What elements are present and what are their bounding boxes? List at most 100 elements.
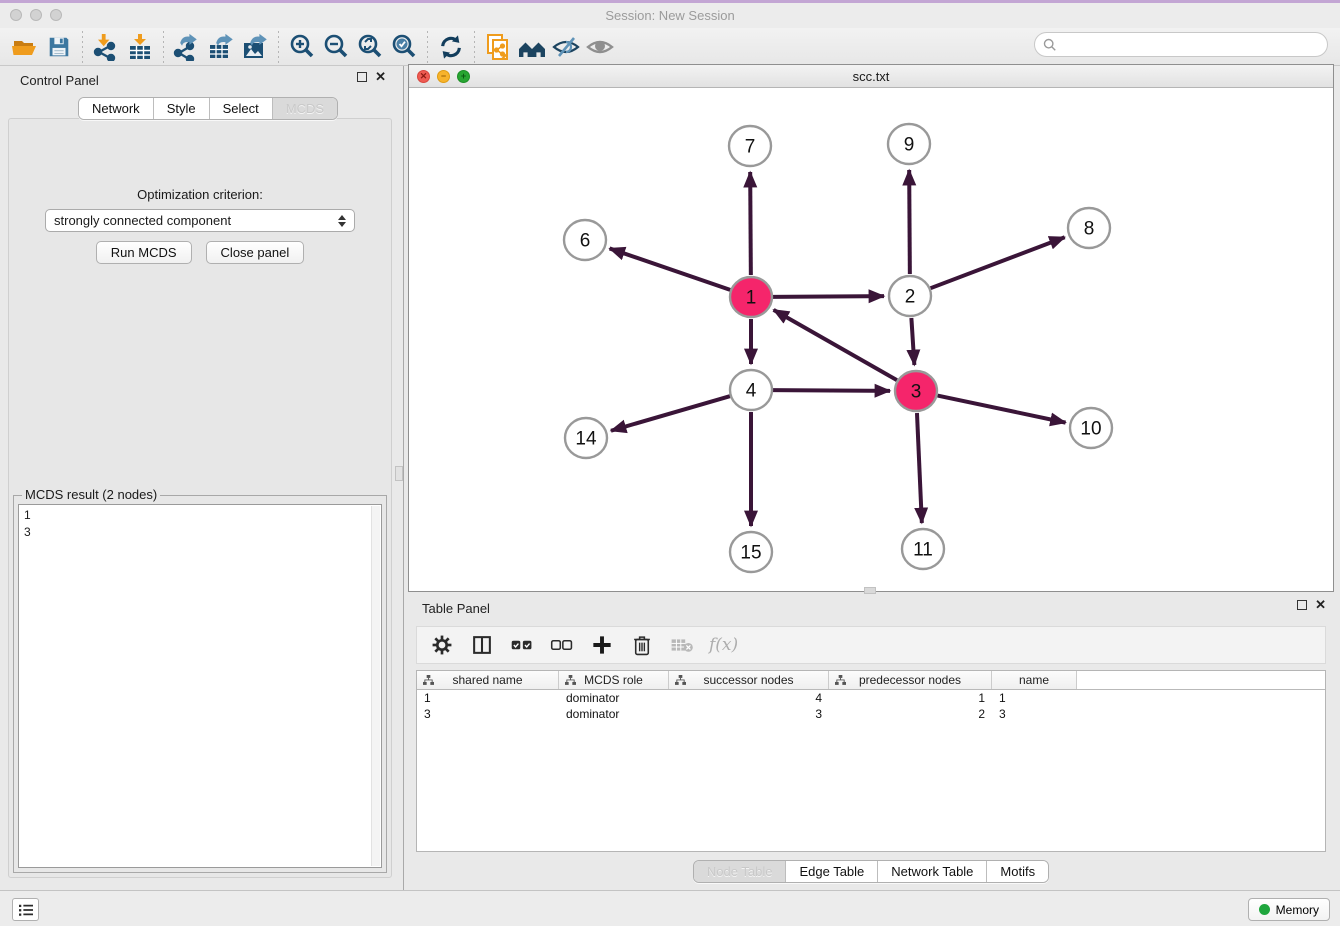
network-maximize-icon[interactable]: + xyxy=(457,70,470,83)
graph-node-15[interactable]: 15 xyxy=(730,532,772,572)
tab-style[interactable]: Style xyxy=(154,98,210,119)
edge-2-8[interactable] xyxy=(931,237,1065,288)
network-close-icon[interactable]: ✕ xyxy=(417,70,430,83)
edge-3-11[interactable] xyxy=(917,413,922,523)
table-row[interactable]: 1dominator411 xyxy=(417,690,1325,706)
task-history-button[interactable] xyxy=(12,898,39,921)
graph-node-6[interactable]: 6 xyxy=(564,220,606,260)
edge-1-2[interactable] xyxy=(773,296,884,297)
graph-node-14[interactable]: 14 xyxy=(565,418,607,458)
column-header-shared-name[interactable]: shared name xyxy=(417,671,559,689)
float-panel-icon[interactable] xyxy=(357,72,367,82)
delete-column-button[interactable] xyxy=(629,631,655,659)
column-header-predecessor-nodes[interactable]: predecessor nodes xyxy=(829,671,992,689)
column-header-successor-nodes[interactable]: successor nodes xyxy=(669,671,829,689)
table-cell[interactable]: 3 xyxy=(417,706,559,722)
graph-node-4[interactable]: 4 xyxy=(730,370,772,410)
minimize-window-icon[interactable] xyxy=(30,9,42,21)
table-cell[interactable]: 1 xyxy=(829,690,992,706)
graph-node-3[interactable]: 3 xyxy=(895,371,937,411)
edge-2-3[interactable] xyxy=(911,318,914,365)
table-cell[interactable]: dominator xyxy=(559,690,669,706)
edge-2-9[interactable] xyxy=(909,170,910,274)
function-builder-button[interactable]: f(x) xyxy=(709,635,738,655)
search-field[interactable] xyxy=(1034,32,1328,57)
edge-1-6[interactable] xyxy=(610,248,731,289)
open-session-button[interactable] xyxy=(8,31,42,63)
export-image-button[interactable] xyxy=(238,31,272,63)
zoom-fit-button[interactable] xyxy=(353,31,387,63)
titlebar[interactable]: Session: New Session xyxy=(0,3,1340,28)
tab-network-table[interactable]: Network Table xyxy=(878,861,987,882)
network-minimize-icon[interactable]: − xyxy=(437,70,450,83)
tab-motifs[interactable]: Motifs xyxy=(987,861,1048,882)
tab-mcds[interactable]: MCDS xyxy=(273,98,337,119)
close-panel-button[interactable]: Close panel xyxy=(206,241,305,264)
import-table-button[interactable] xyxy=(123,31,157,63)
close-panel-icon[interactable]: ✕ xyxy=(375,72,386,82)
node-table[interactable]: shared nameMCDS rolesuccessor nodesprede… xyxy=(416,670,1326,852)
table-cell[interactable]: 1 xyxy=(417,690,559,706)
graph-node-11[interactable]: 11 xyxy=(902,529,944,569)
table-cell[interactable]: 4 xyxy=(669,690,829,706)
result-scrollbar[interactable] xyxy=(371,506,380,866)
table-cell[interactable]: 2 xyxy=(829,706,992,722)
show-column-button[interactable] xyxy=(469,631,495,659)
run-mcds-button[interactable]: Run MCDS xyxy=(96,241,192,264)
search-input[interactable] xyxy=(1057,37,1327,52)
unselect-all-columns-button[interactable] xyxy=(549,631,575,659)
graph-node-7[interactable]: 7 xyxy=(729,126,771,166)
float-table-panel-icon[interactable] xyxy=(1297,600,1307,610)
canvas-divider-grip[interactable] xyxy=(864,587,876,594)
show-network-overview-button[interactable] xyxy=(515,31,549,63)
table-settings-button[interactable] xyxy=(429,631,455,659)
criterion-dropdown[interactable]: strongly connected component xyxy=(45,209,355,232)
tab-network[interactable]: Network xyxy=(79,98,154,119)
network-canvas[interactable]: 7 9 6 8 1 2 4 3 14 10 15 11 xyxy=(409,88,1333,591)
show-all-button[interactable] xyxy=(583,31,617,63)
export-table-button[interactable] xyxy=(204,31,238,63)
network-window-titlebar[interactable]: ✕ − + scc.txt xyxy=(409,65,1333,88)
edge-1-7[interactable] xyxy=(750,172,751,275)
apply-layout-button[interactable] xyxy=(434,31,468,63)
graph-node-8[interactable]: 8 xyxy=(1068,208,1110,248)
memory-button[interactable]: Memory xyxy=(1248,898,1330,921)
mcds-result-list[interactable]: 13 xyxy=(18,504,382,868)
table-cell[interactable]: dominator xyxy=(559,706,669,722)
delete-table-button[interactable] xyxy=(669,631,695,659)
tab-edge-table[interactable]: Edge Table xyxy=(786,861,878,882)
create-column-button[interactable] xyxy=(589,631,615,659)
column-header-name[interactable]: name xyxy=(992,671,1077,689)
graph-node-2[interactable]: 2 xyxy=(889,276,931,316)
edge-3-1[interactable] xyxy=(774,310,897,380)
column-header-MCDS-role[interactable]: MCDS role xyxy=(559,671,669,689)
export-network-button[interactable] xyxy=(170,31,204,63)
zoom-out-button[interactable] xyxy=(319,31,353,63)
panel-divider-grip[interactable] xyxy=(395,466,403,481)
edge-4-14[interactable] xyxy=(611,396,730,431)
close-window-icon[interactable] xyxy=(10,9,22,21)
node-label: 14 xyxy=(575,429,597,450)
zoom-window-icon[interactable] xyxy=(50,9,62,21)
zoom-in-button[interactable] xyxy=(285,31,319,63)
table-cell[interactable]: 3 xyxy=(669,706,829,722)
tab-node-table[interactable]: Node Table xyxy=(694,861,787,882)
graph-node-10[interactable]: 10 xyxy=(1070,408,1112,448)
graph-node-1[interactable]: 1 xyxy=(730,277,772,317)
select-all-columns-button[interactable] xyxy=(509,631,535,659)
close-table-panel-icon[interactable]: ✕ xyxy=(1315,600,1326,610)
table-cell[interactable]: 3 xyxy=(992,706,1077,722)
network-graph[interactable]: 7 9 6 8 1 2 4 3 14 10 15 11 xyxy=(409,88,1333,591)
table-row[interactable]: 3dominator323 xyxy=(417,706,1325,722)
hide-selected-button[interactable] xyxy=(549,31,583,63)
tab-select[interactable]: Select xyxy=(210,98,273,119)
edge-3-10[interactable] xyxy=(938,396,1066,423)
zoom-selected-button[interactable] xyxy=(387,31,421,63)
graph-node-9[interactable]: 9 xyxy=(888,124,930,164)
save-session-button[interactable] xyxy=(42,31,76,63)
window-traffic-lights[interactable] xyxy=(10,9,62,21)
table-cell[interactable]: 1 xyxy=(992,690,1077,706)
edge-4-3[interactable] xyxy=(773,390,890,391)
clone-network-button[interactable] xyxy=(481,31,515,63)
import-network-button[interactable] xyxy=(89,31,123,63)
